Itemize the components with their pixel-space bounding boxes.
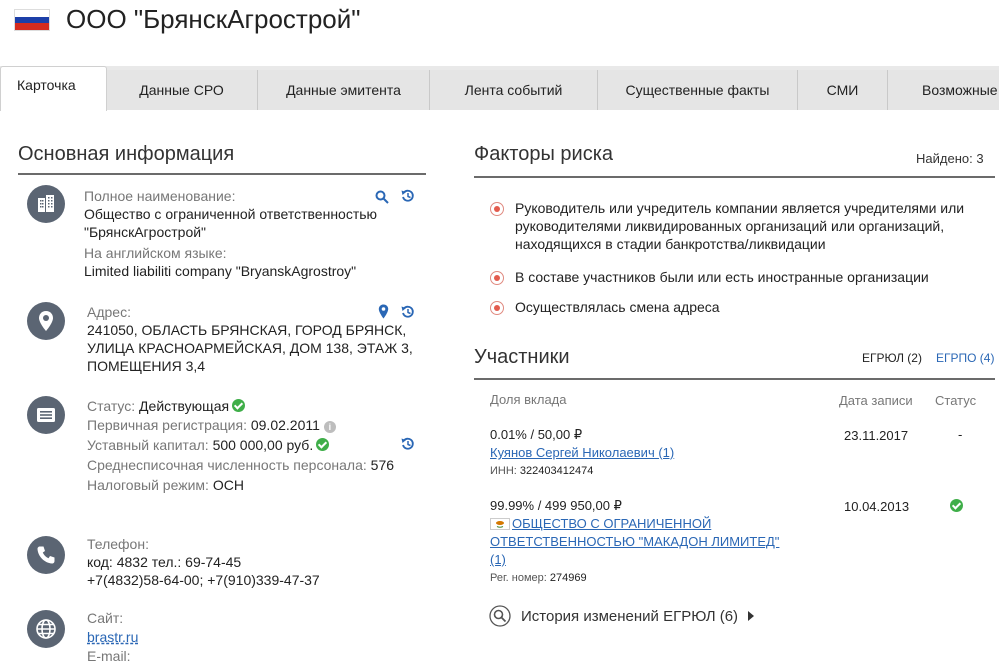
risk-divider	[474, 176, 995, 178]
tab-events[interactable]: Лента событий	[430, 70, 598, 110]
phone-icon	[27, 536, 65, 574]
risk-warning-icon	[490, 301, 504, 315]
row2-reg-number: Рег. номер: 274969	[490, 572, 587, 584]
staff-line: Среднесписочная численность персонала: 5…	[87, 457, 395, 473]
history-search-icon[interactable]	[489, 605, 511, 632]
location-pin-icon	[27, 302, 65, 340]
full-name-line2: "БрянскАгрострой"	[84, 224, 207, 240]
row2-name-link-line3[interactable]: (1)	[490, 551, 506, 569]
history-icon[interactable]	[401, 189, 415, 208]
tab-sro[interactable]: Данные СРО	[106, 70, 258, 110]
address-line1: 241050, ОБЛАСТЬ БРЯНСКАЯ, ГОРОД БРЯНСК,	[87, 322, 407, 338]
tab-card[interactable]: Карточка	[0, 66, 107, 111]
status-ok-icon	[232, 399, 246, 412]
tab-emitent[interactable]: Данные эмитента	[258, 70, 430, 110]
status-value: Действующая	[139, 398, 230, 414]
row1-name-link[interactable]: Куянов Сергей Николаевич (1)	[490, 444, 674, 462]
tax-value: ОСН	[212, 477, 244, 493]
risk-item-1: Руководитель или учредитель компании явл…	[515, 200, 965, 252]
english-name-value: Limited liabiliti company "BryanskAgrost…	[84, 263, 357, 279]
main-info-title: Основная информация	[18, 143, 235, 165]
page-header: ООО "БрянскАгрострой"	[0, 0, 999, 66]
caret-right-icon	[748, 611, 755, 621]
tab-facts[interactable]: Существенные факты	[598, 70, 798, 110]
tab-possible[interactable]: Возможные	[888, 70, 999, 110]
risk-warning-icon	[490, 202, 504, 216]
row2-share: 99.99% / 499 950,00 ₽	[490, 498, 622, 513]
english-name-label: На английском языке:	[84, 245, 227, 261]
row2-status-ok-icon	[950, 498, 963, 516]
address-label: Адрес:	[87, 304, 131, 320]
risk-title: Факторы риска	[474, 143, 614, 165]
main-info-divider	[18, 173, 426, 175]
capital-ok-icon	[316, 438, 330, 451]
site-label: Сайт:	[87, 610, 124, 626]
capital-history-icon[interactable]	[401, 437, 415, 456]
row2-name-link-line1[interactable]: ОБЩЕСТВО С ОГРАНИЧЕННОЙ	[512, 515, 711, 533]
col-date: Дата записи	[839, 393, 913, 408]
address-line3: ПОМЕЩЕНИЯ 3,4	[87, 358, 206, 374]
document-icon	[27, 396, 65, 434]
risk-item-3: Осуществлялась смена адреса	[515, 299, 720, 315]
capital-line: Уставный капитал: 500 000,00 руб.	[87, 437, 330, 453]
tax-line: Налоговый режим: ОСН	[87, 477, 244, 493]
risk-item-2: В составе участников были или есть иност…	[515, 269, 929, 285]
tab-bar: Данные СРО Данные эмитента Лента событий…	[0, 66, 999, 111]
company-title: ООО "БрянскАгрострой"	[66, 4, 361, 34]
risk-found-count: Найдено: 3	[916, 151, 984, 166]
registration-value: 09.02.2011	[250, 417, 320, 433]
history-link[interactable]: История изменений ЕГРЮЛ (6)	[521, 608, 755, 625]
row1-status: -	[958, 427, 963, 442]
map-pin-icon[interactable]	[378, 304, 389, 324]
full-name-label: Полное наименование:	[84, 188, 236, 204]
phone-line2: +7(4832)58-64-00; +7(910)339-47-37	[87, 572, 320, 588]
staff-value: 576	[370, 457, 395, 473]
row2-name-link-line2[interactable]: ОТВЕТСТВЕННОСТЬЮ "МАКАДОН ЛИМИТЕД"	[490, 533, 779, 551]
tab-media[interactable]: СМИ	[798, 70, 888, 110]
col-status: Статус	[935, 393, 977, 408]
email-label: E-mail:	[87, 648, 131, 664]
search-icon[interactable]	[375, 190, 389, 209]
registration-line: Первичная регистрация: 09.02.2011 i	[87, 417, 336, 433]
col-share: Доля вклада	[490, 392, 567, 407]
site-link[interactable]: brastr.ru	[87, 629, 138, 645]
russia-flag-icon	[14, 9, 50, 31]
row2-date: 10.04.2013	[844, 499, 910, 514]
tab-egrpo[interactable]: ЕГРПО (4)	[936, 351, 994, 365]
full-name-line1: Общество с ограниченной ответственностью	[84, 206, 378, 222]
building-icon	[27, 185, 65, 223]
address-line2: УЛИЦА КРАСНОАРМЕЙСКАЯ, ДОМ 138, ЭТАЖ 3,	[87, 340, 413, 356]
phone-label: Телефон:	[87, 536, 149, 552]
phone-line1: код: 4832 тел.: 69-74-45	[87, 554, 242, 570]
status-line: Статус: Действующая	[87, 398, 246, 414]
risk-warning-icon	[490, 271, 504, 285]
info-icon[interactable]: i	[323, 421, 336, 433]
row1-inn: ИНН: 322403412474	[490, 465, 594, 477]
tab-egrul[interactable]: ЕГРЮЛ (2)	[862, 351, 922, 365]
participants-title: Участники	[474, 346, 570, 368]
row1-date: 23.11.2017	[844, 428, 909, 443]
row1-share: 0.01% / 50,00 ₽	[490, 427, 583, 442]
globe-icon	[27, 610, 65, 648]
participants-divider	[474, 378, 995, 380]
capital-value: 500 000,00 руб.	[212, 437, 314, 453]
